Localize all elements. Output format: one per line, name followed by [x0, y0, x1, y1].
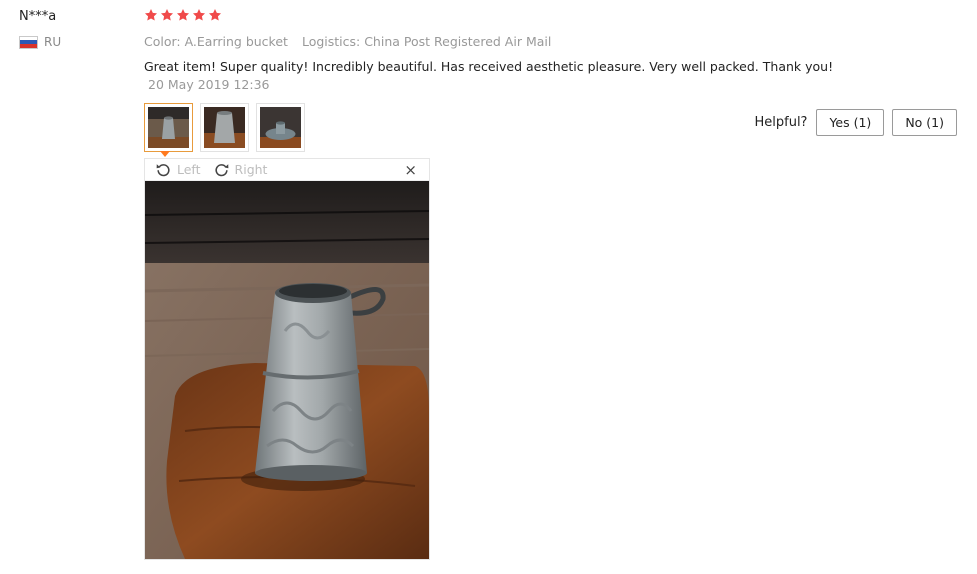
- order-meta: Color: A.Earring bucket Logistics: China …: [144, 34, 551, 49]
- variant-color: Color: A.Earring bucket: [144, 34, 288, 49]
- helpful-yes-button[interactable]: Yes (1): [816, 109, 885, 136]
- reviewer-name: N***a: [19, 9, 57, 24]
- close-icon[interactable]: ×: [404, 161, 417, 179]
- thumbnail-image: [260, 107, 301, 148]
- star-rating: [144, 8, 222, 22]
- thumbnail-1[interactable]: [144, 103, 193, 152]
- star-icon: [192, 9, 206, 21]
- rotate-left-button[interactable]: Left: [155, 161, 201, 178]
- viewer-toolbar: Left Right ×: [145, 159, 429, 181]
- thumbnail-2[interactable]: [200, 103, 249, 152]
- review-text: Great item! Super quality! Incredibly be…: [144, 59, 834, 74]
- thumbnail-image: [204, 107, 245, 148]
- active-thumbnail-pointer: [160, 151, 170, 157]
- rotate-right-label: Right: [234, 162, 268, 177]
- rotate-left-icon: [156, 164, 170, 177]
- thumbnail-3[interactable]: [256, 103, 305, 152]
- helpful-label: Helpful?: [754, 115, 808, 130]
- rotate-right-button[interactable]: Right: [213, 161, 268, 178]
- image-viewer: Left Right ×: [144, 158, 430, 560]
- russia-flag-icon: [19, 35, 38, 49]
- star-icon: [144, 9, 158, 21]
- country-code: RU: [44, 35, 62, 49]
- star-icon: [208, 9, 222, 21]
- helpful-no-button[interactable]: No (1): [892, 109, 957, 136]
- review-photo: [145, 181, 429, 559]
- rotate-right-icon: [214, 164, 228, 177]
- star-icon: [176, 9, 190, 21]
- logistics-info: Logistics: China Post Registered Air Mai…: [301, 34, 552, 49]
- review-body: Great item! Super quality! Incredibly be…: [144, 58, 844, 94]
- star-icon: [160, 9, 174, 21]
- review-thumbnails: [144, 103, 305, 152]
- helpful-votes: Helpful? Yes (1) No (1): [754, 109, 957, 136]
- rotate-left-label: Left: [177, 162, 201, 177]
- thumbnail-image: [148, 107, 189, 148]
- review-date: 20 May 2019 12:36: [148, 77, 270, 92]
- reviewer-country: RU: [19, 35, 61, 49]
